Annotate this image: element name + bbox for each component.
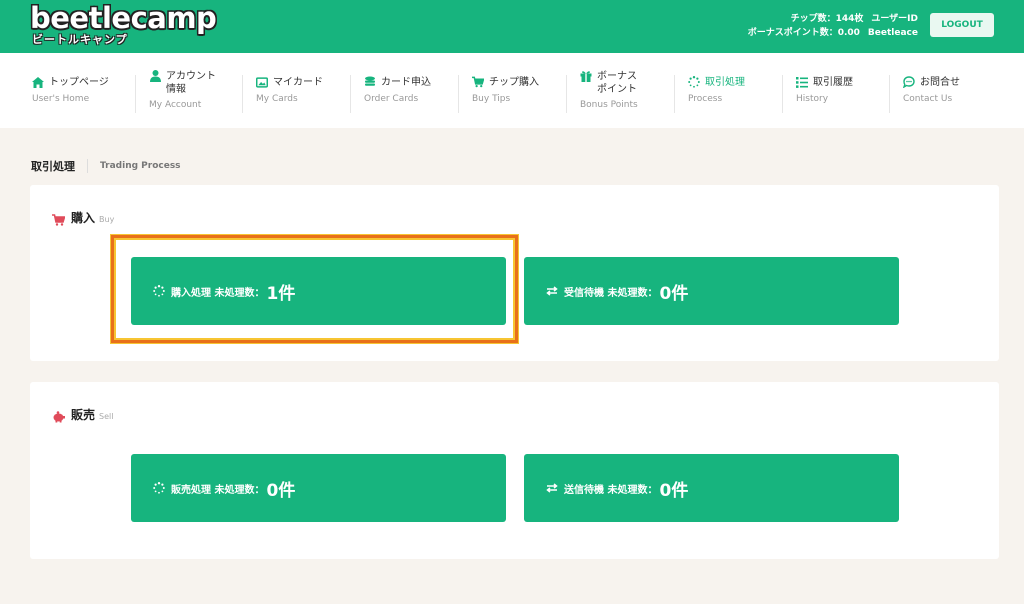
nav-label: ボーナス ポイント <box>597 71 637 95</box>
spinner-icon <box>153 482 165 494</box>
buy-title: 購入 <box>71 211 96 225</box>
receive-waiting-button[interactable]: 受信待機 未処理数： 0件 <box>524 257 899 325</box>
sell-heading: 販売 Sell <box>52 406 113 423</box>
coins-icon <box>364 76 376 88</box>
nav-item-process[interactable]: 取引処理 Process <box>674 53 781 128</box>
logo[interactable]: beetlecamp ビートルキャンプ <box>30 1 217 46</box>
cart-icon <box>472 76 484 88</box>
logo-main-text: beetlecamp <box>30 1 217 35</box>
nav-label: 取引履歴 <box>813 77 853 88</box>
nav-item-order-cards[interactable]: カード申込 Order Cards <box>350 53 457 128</box>
nav-item-history[interactable]: 取引履歴 History <box>782 53 889 128</box>
nav-label: トップページ <box>49 77 109 88</box>
title-divider <box>87 159 88 173</box>
nav-label: チップ購入 <box>489 77 539 88</box>
nav-sublabel: My Cards <box>256 94 298 104</box>
nav-item-contact[interactable]: お問合せ Contact Us <box>889 53 996 128</box>
user-id-label: ユーザーID <box>871 14 918 24</box>
nav-sublabel: Contact Us <box>903 94 953 104</box>
nav-sublabel: Order Cards <box>364 94 419 104</box>
buy-title-en: Buy <box>99 215 115 224</box>
send-waiting-button[interactable]: 送信待機 未処理数： 0件 <box>524 454 899 522</box>
main-nav: トップページ User's Home アカウント 情報 My Account マ… <box>0 53 1024 128</box>
sell-processing-button[interactable]: 販売処理 未処理数： 0件 <box>131 454 506 522</box>
gift-icon <box>580 70 592 82</box>
exchange-icon <box>546 482 558 494</box>
tile-label: 販売処理 未処理数： <box>171 484 265 496</box>
nav-label: アカウント 情報 <box>166 71 216 95</box>
nav-label: お問合せ <box>920 77 960 88</box>
nav-label: カード申込 <box>381 77 431 88</box>
home-icon <box>32 76 44 88</box>
bonus-points: ボーナスポイント数：0.00 <box>747 28 860 38</box>
nav-item-buy-tips[interactable]: チップ購入 Buy Tips <box>458 53 565 128</box>
tile-count: 0件 <box>659 480 689 501</box>
tile-label: 送信待機 未処理数： <box>564 484 658 496</box>
page-title: 取引処理 Trading Process <box>31 158 181 174</box>
nav-item-home[interactable]: トップページ User's Home <box>18 53 125 128</box>
sell-title: 販売 <box>71 408 96 422</box>
nav-sublabel: Process <box>688 94 723 104</box>
user-info: チップ数：144枚 ユーザーID ボーナスポイント数：0.00 Beetleace <box>740 12 918 40</box>
logo-sub-text: ビートルキャンプ <box>32 33 128 46</box>
spinner-icon <box>688 76 700 88</box>
chat-icon <box>903 76 915 88</box>
nav-label: マイカード <box>273 77 323 88</box>
user-icon <box>149 70 161 82</box>
user-id-value: Beetleace <box>867 28 918 38</box>
piggy-bank-icon <box>52 408 65 423</box>
exchange-icon <box>546 285 558 297</box>
nav-label: 取引処理 <box>705 77 745 88</box>
nav-sublabel: Buy Tips <box>472 94 511 104</box>
nav-sublabel: History <box>796 94 829 104</box>
nav-sublabel: My Account <box>149 100 202 110</box>
buy-heading: 購入 Buy <box>52 209 114 226</box>
nav-sublabel: Bonus Points <box>580 100 638 110</box>
nav-item-mycards[interactable]: マイカード My Cards <box>242 53 349 128</box>
sell-title-en: Sell <box>99 412 114 421</box>
nav-item-account[interactable]: アカウント 情報 My Account <box>135 53 242 128</box>
page-title-en: Trading Process <box>100 161 181 171</box>
tile-count: 0件 <box>266 480 296 501</box>
page-title-ja: 取引処理 <box>31 160 75 173</box>
logout-button[interactable]: LOGOUT <box>930 13 994 37</box>
chips-count: チップ数：144枚 <box>790 14 864 24</box>
top-header: beetlecamp ビートルキャンプ チップ数：144枚 ユーザーID ボーナス… <box>0 0 1024 53</box>
cards-icon <box>256 76 268 88</box>
tile-count: 0件 <box>659 283 689 304</box>
nav-sublabel: User's Home <box>32 94 90 104</box>
cart-icon <box>52 211 66 226</box>
highlight-box <box>111 235 518 343</box>
list-icon <box>796 76 808 88</box>
tile-label: 受信待機 未処理数： <box>564 287 658 299</box>
nav-item-bonus-points[interactable]: ボーナス ポイント Bonus Points <box>566 53 673 128</box>
